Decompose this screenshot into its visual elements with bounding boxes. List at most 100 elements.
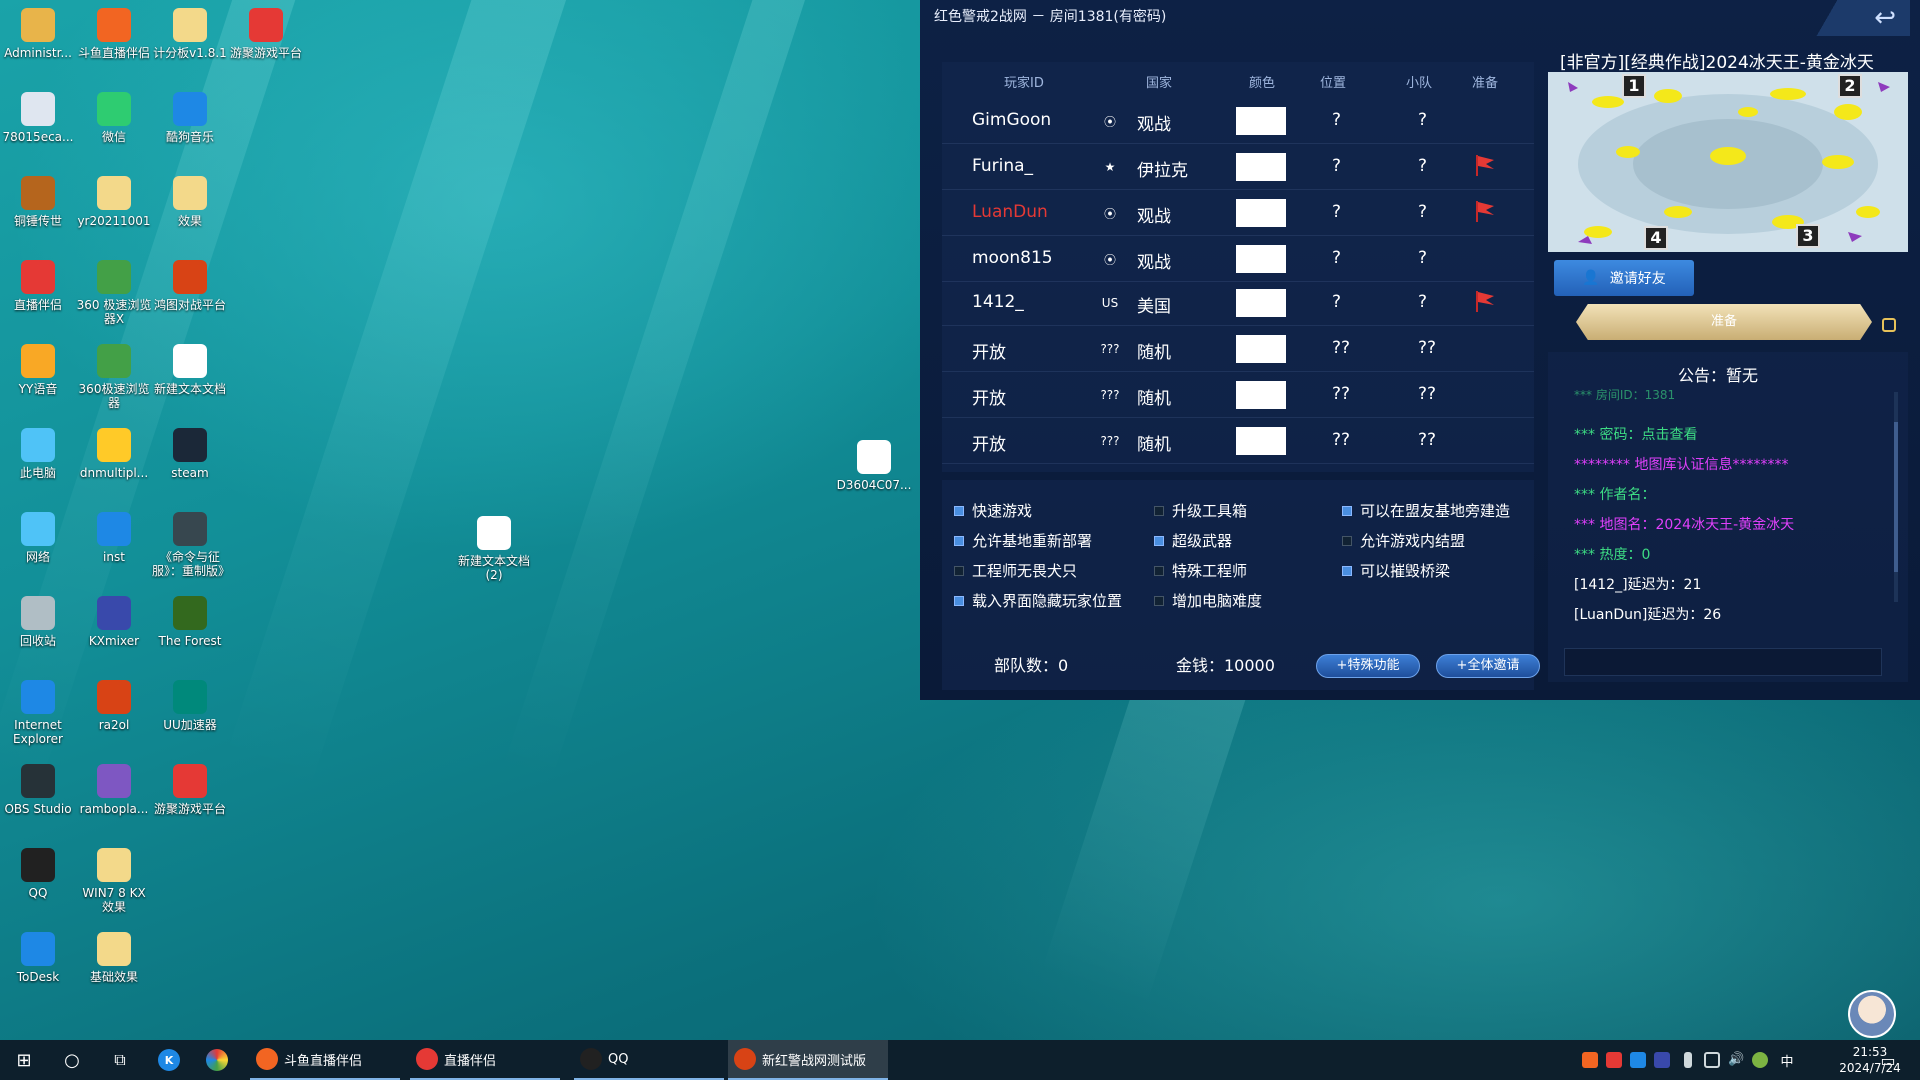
- network-icon[interactable]: [1704, 1052, 1720, 1068]
- desktop-icon[interactable]: 78015eca...: [0, 92, 76, 144]
- team-select[interactable]: ?: [1418, 202, 1427, 222]
- desktop-icon[interactable]: 铜锤传世: [0, 176, 76, 228]
- country-select[interactable]: 随机: [1137, 384, 1171, 409]
- task-view-icon[interactable]: ⧉: [106, 1040, 134, 1080]
- kx-tray-icon[interactable]: [1654, 1052, 1670, 1068]
- team-select[interactable]: ?: [1418, 110, 1427, 130]
- option-checkbox[interactable]: 允许基地重新部署: [954, 530, 1092, 551]
- country-select[interactable]: 观战: [1137, 110, 1171, 135]
- color-swatch[interactable]: [1236, 245, 1286, 273]
- option-checkbox[interactable]: 增加电脑难度: [1154, 590, 1262, 611]
- browser-360-icon[interactable]: [206, 1040, 234, 1080]
- desktop-icon[interactable]: UU加速器: [152, 680, 228, 732]
- team-select[interactable]: ?: [1418, 292, 1427, 312]
- desktop-icon[interactable]: rambopla...: [76, 764, 152, 816]
- position-select[interactable]: ??: [1332, 384, 1350, 404]
- douyu-tray-icon[interactable]: [1582, 1052, 1598, 1068]
- desktop-icon[interactable]: D3604C07...: [836, 440, 912, 492]
- player-id[interactable]: 开放: [972, 338, 1006, 363]
- map-preview[interactable]: 1 2 4 3: [1548, 72, 1908, 252]
- player-row[interactable]: 开放??? 随机????: [942, 418, 1534, 464]
- option-checkbox[interactable]: 工程师无畏犬只: [954, 560, 1077, 581]
- country-select[interactable]: 观战: [1137, 248, 1171, 273]
- position-select[interactable]: ?: [1332, 156, 1341, 176]
- desktop-icon[interactable]: 《命令与征服》：重制版》: [152, 512, 230, 578]
- desktop-icon[interactable]: OBS Studio: [0, 764, 76, 816]
- position-select[interactable]: ?: [1332, 110, 1341, 130]
- notification-icon[interactable]: ▭: [1874, 1040, 1902, 1080]
- microphone-icon[interactable]: [1684, 1052, 1692, 1068]
- player-row[interactable]: LuanDun ⦿ 观战??: [942, 190, 1534, 236]
- team-select[interactable]: ?: [1418, 156, 1427, 176]
- player-id[interactable]: 1412_: [972, 292, 1024, 312]
- taskbar-app[interactable]: 新红警战网测试版: [728, 1040, 888, 1080]
- invite-all-button[interactable]: +全体邀请: [1436, 654, 1540, 678]
- player-row[interactable]: GimGoon ⦿ 观战??: [942, 98, 1534, 144]
- desktop-icon[interactable]: 此电脑: [0, 428, 76, 480]
- desktop-icon[interactable]: 基础效果: [76, 932, 152, 984]
- desktop-icon[interactable]: steam: [152, 428, 228, 480]
- position-select[interactable]: ?: [1332, 292, 1341, 312]
- option-checkbox[interactable]: 快速游戏: [954, 500, 1032, 521]
- color-swatch[interactable]: [1236, 289, 1286, 317]
- country-select[interactable]: 随机: [1137, 338, 1171, 363]
- desktop-icon[interactable]: 计分板v1.8.1: [152, 8, 228, 60]
- back-button[interactable]: ↩: [1814, 0, 1910, 36]
- taskbar-app[interactable]: QQ: [574, 1040, 724, 1080]
- position-select[interactable]: ??: [1332, 338, 1350, 358]
- team-select[interactable]: ?: [1418, 248, 1427, 268]
- desktop-icon[interactable]: 新建文本文档: [152, 344, 228, 396]
- desktop-icon[interactable]: 酷狗音乐: [152, 92, 228, 144]
- player-id[interactable]: 开放: [972, 430, 1006, 455]
- desktop-icon[interactable]: KXmixer: [76, 596, 152, 648]
- desktop-icon[interactable]: 网络: [0, 512, 76, 564]
- option-checkbox[interactable]: 升级工具箱: [1154, 500, 1247, 521]
- option-checkbox[interactable]: 特殊工程师: [1154, 560, 1247, 581]
- taskbar-app[interactable]: 斗鱼直播伴侣: [250, 1040, 400, 1080]
- desktop-icon[interactable]: QQ: [0, 848, 76, 900]
- position-select[interactable]: ?: [1332, 202, 1341, 222]
- ime-indicator[interactable]: 中: [1776, 1040, 1798, 1080]
- desktop-icon[interactable]: 直播伴侣: [0, 260, 76, 312]
- country-select[interactable]: 美国: [1137, 292, 1171, 317]
- desktop-icon[interactable]: dnmultipl...: [76, 428, 152, 480]
- desktop-icon[interactable]: yr20211001: [76, 176, 152, 228]
- desktop-icon[interactable]: 360极速浏览器: [76, 344, 152, 410]
- search-icon[interactable]: ○: [58, 1040, 86, 1080]
- color-swatch[interactable]: [1236, 199, 1286, 227]
- color-swatch[interactable]: [1236, 427, 1286, 455]
- player-id[interactable]: GimGoon: [972, 110, 1051, 130]
- country-select[interactable]: 伊拉克: [1137, 156, 1188, 181]
- desktop-icon[interactable]: 新建文本文档 (2): [456, 516, 532, 582]
- volume-icon[interactable]: 🔊: [1728, 1052, 1744, 1068]
- desktop-icon[interactable]: ToDesk: [0, 932, 76, 984]
- option-checkbox[interactable]: 载入界面隐藏玩家位置: [954, 590, 1122, 611]
- team-select[interactable]: ??: [1418, 430, 1436, 450]
- desktop-icon[interactable]: 回收站: [0, 596, 76, 648]
- ready-button[interactable]: 准备: [1576, 304, 1872, 340]
- desktop-icon[interactable]: 360 极速浏览器X: [76, 260, 152, 326]
- team-select[interactable]: ??: [1418, 338, 1436, 358]
- desktop-icon[interactable]: 微信: [76, 92, 152, 144]
- option-checkbox[interactable]: 可以摧毁桥梁: [1342, 560, 1450, 581]
- desktop-icon[interactable]: WIN7 8 KX 效果: [76, 848, 152, 914]
- desktop-icon[interactable]: 游聚游戏平台: [152, 764, 228, 816]
- player-id[interactable]: 开放: [972, 384, 1006, 409]
- color-swatch[interactable]: [1236, 335, 1286, 363]
- player-row[interactable]: moon815 ⦿ 观战??: [942, 236, 1534, 282]
- kugou-icon[interactable]: K: [158, 1040, 186, 1080]
- taskbar-app[interactable]: 直播伴侣: [410, 1040, 560, 1080]
- security-tray-icon[interactable]: [1752, 1052, 1768, 1068]
- live-tray-icon[interactable]: [1606, 1052, 1622, 1068]
- country-select[interactable]: 观战: [1137, 202, 1171, 227]
- invite-friend-button[interactable]: 👤 邀请好友: [1554, 260, 1694, 296]
- option-checkbox[interactable]: 允许游戏内结盟: [1342, 530, 1465, 551]
- desktop-icon[interactable]: ra2ol: [76, 680, 152, 732]
- network-app-tray-icon[interactable]: [1630, 1052, 1646, 1068]
- option-checkbox[interactable]: 超级武器: [1154, 530, 1232, 551]
- desktop-icon[interactable]: 斗鱼直播伴侣: [76, 8, 152, 60]
- player-row[interactable]: 开放??? 随机????: [942, 326, 1534, 372]
- lock-icon[interactable]: [1882, 318, 1896, 332]
- position-select[interactable]: ??: [1332, 430, 1350, 450]
- option-checkbox[interactable]: 可以在盟友基地旁建造: [1342, 500, 1510, 521]
